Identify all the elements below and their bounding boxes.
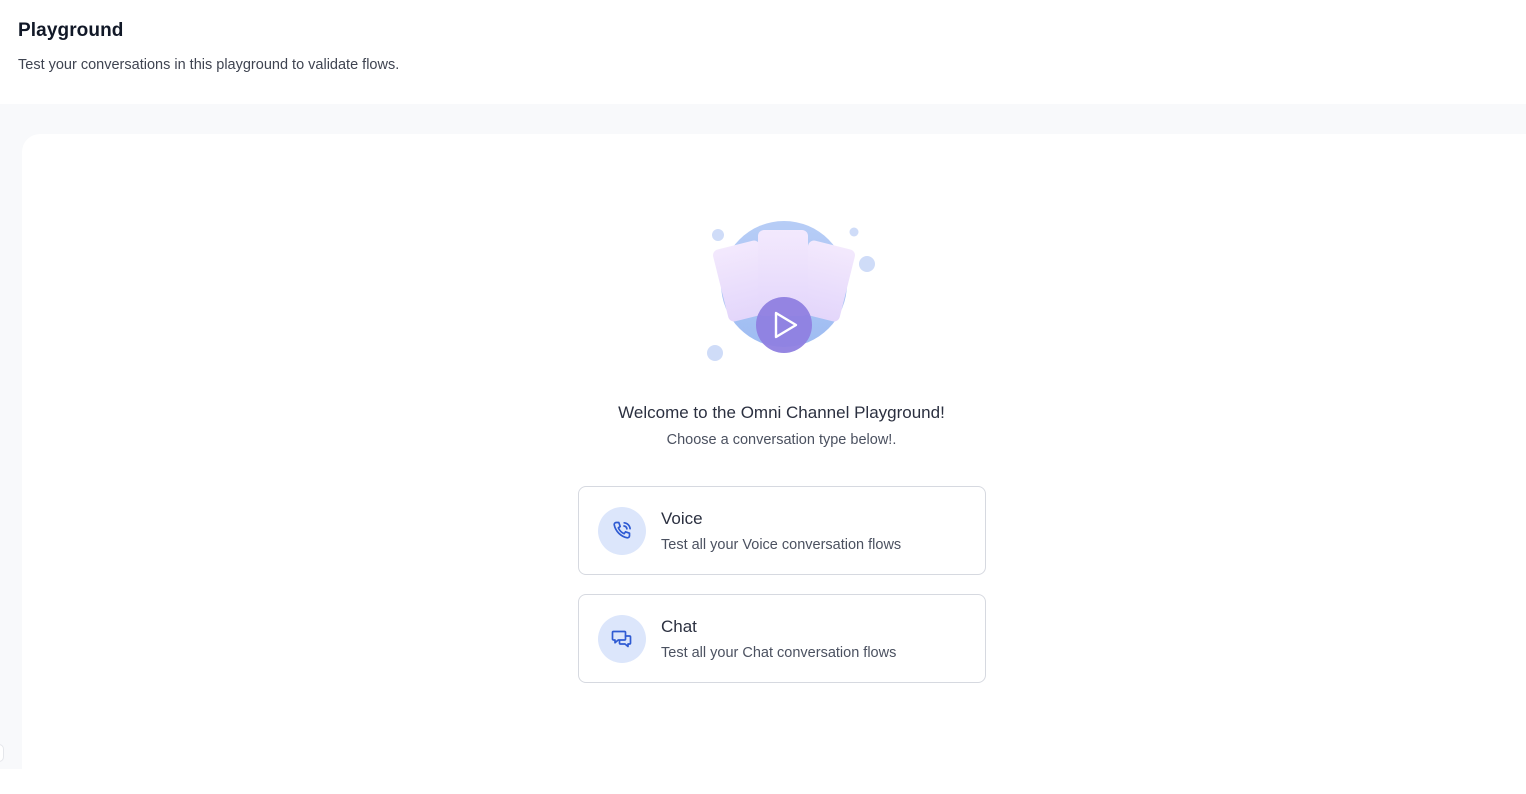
- chat-bubbles-icon: [598, 615, 646, 663]
- page-header: Playground Test your conversations in th…: [0, 0, 1526, 104]
- voice-option-description: Test all your Voice conversation flows: [661, 537, 902, 553]
- decor-dot: [849, 227, 859, 237]
- side-panel-handle[interactable]: [0, 744, 4, 762]
- playground-illustration: [700, 218, 880, 363]
- chat-option-card[interactable]: Chat Test all your Chat conversation flo…: [578, 594, 986, 683]
- voice-option-card[interactable]: Voice Test all your Voice conversation f…: [578, 486, 986, 575]
- play-icon-circle: [756, 297, 812, 353]
- playground-illustration-graphic: [707, 221, 875, 361]
- welcome-subtitle: Choose a conversation type below!.: [666, 432, 897, 448]
- decor-dot: [707, 345, 723, 361]
- decor-dot: [712, 229, 724, 241]
- page-title: Playground: [18, 20, 124, 41]
- chat-option-description: Test all your Chat conversation flows: [661, 645, 897, 661]
- chat-option-title: Chat: [661, 617, 697, 636]
- decor-dot: [859, 256, 875, 272]
- welcome-title: Welcome to the Omni Channel Playground!: [618, 403, 945, 422]
- voice-option-title: Voice: [661, 509, 703, 528]
- phone-icon: [598, 507, 646, 555]
- page-subtitle: Test your conversations in this playgrou…: [18, 57, 400, 73]
